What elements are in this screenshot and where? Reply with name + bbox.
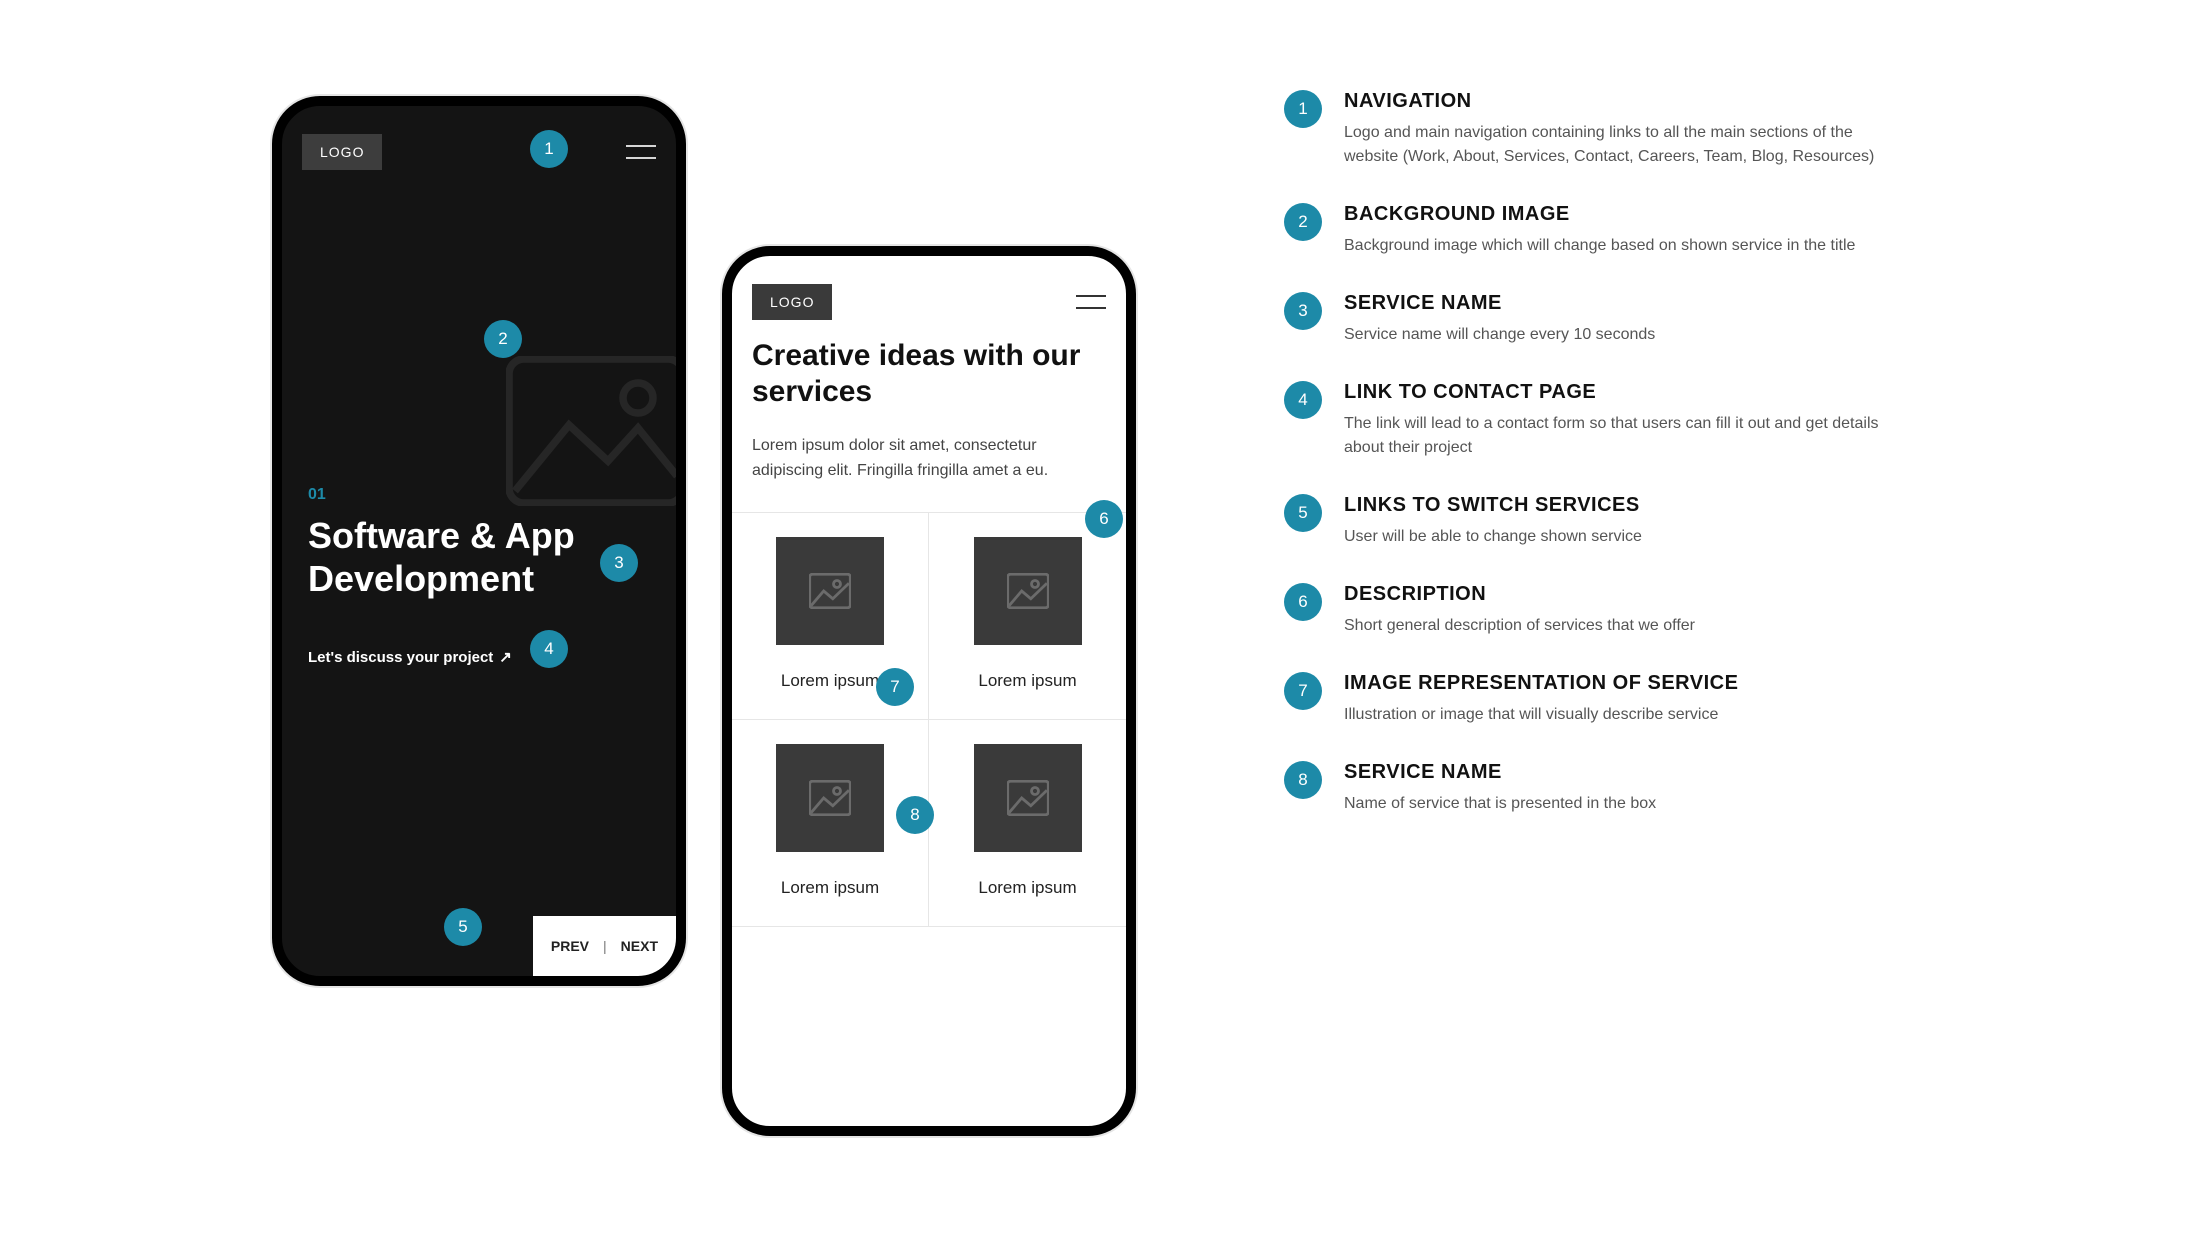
annotation-item: 4 LINK TO CONTACT PAGE The link will lea… xyxy=(1284,381,1924,460)
arrow-up-right-icon: ↗ xyxy=(499,648,512,666)
logo[interactable]: LOGO xyxy=(302,134,382,170)
hero-index: 01 xyxy=(308,486,656,504)
annotation-item: 3 SERVICE NAME Service name will change … xyxy=(1284,292,1924,347)
annotation-badge-5: 5 xyxy=(444,908,482,946)
service-image-placeholder-icon xyxy=(776,744,884,852)
annotation-title: LINK TO CONTACT PAGE xyxy=(1344,381,1924,404)
service-card-label: Lorem ipsum xyxy=(781,671,879,691)
annotation-title: NAVIGATION xyxy=(1344,90,1924,113)
annotation-title: DESCRIPTION xyxy=(1344,583,1924,606)
annotation-description: Background image which will change based… xyxy=(1344,234,1904,258)
services-heading: Creative ideas with our services xyxy=(752,338,1106,410)
annotation-description: Illustration or image that will visually… xyxy=(1344,703,1904,727)
annotation-title: SERVICE NAME xyxy=(1344,292,1924,315)
pager-separator: | xyxy=(603,938,607,954)
annotation-badge: 1 xyxy=(1284,90,1322,128)
hamburger-icon[interactable] xyxy=(626,145,656,159)
annotation-badge: 8 xyxy=(1284,761,1322,799)
annotation-description: The link will lead to a contact form so … xyxy=(1344,412,1904,460)
annotation-description: Name of service that is presented in the… xyxy=(1344,792,1904,816)
background-image-placeholder-icon xyxy=(506,356,686,506)
prev-button[interactable]: PREV xyxy=(551,938,589,954)
next-button[interactable]: NEXT xyxy=(621,938,658,954)
annotation-description: User will be able to change shown servic… xyxy=(1344,525,1904,549)
annotation-badge-3: 3 xyxy=(600,544,638,582)
service-image-placeholder-icon xyxy=(776,537,884,645)
annotation-badge-1: 1 xyxy=(530,130,568,168)
service-card[interactable]: Lorem ipsum xyxy=(929,513,1126,720)
service-card-label: Lorem ipsum xyxy=(781,878,879,898)
annotation-badge: 2 xyxy=(1284,203,1322,241)
annotation-badge-6: 6 xyxy=(1085,500,1123,538)
services-description: Lorem ipsum dolor sit amet, consectetur … xyxy=(752,434,1106,484)
annotation-item: 5 LINKS TO SWITCH SERVICES User will be … xyxy=(1284,494,1924,549)
annotation-title: LINKS TO SWITCH SERVICES xyxy=(1344,494,1924,517)
hamburger-icon[interactable] xyxy=(1076,295,1106,309)
service-pager: PREV | NEXT xyxy=(533,916,676,976)
service-card-label: Lorem ipsum xyxy=(978,878,1076,898)
annotation-list: 1 NAVIGATION Logo and main navigation co… xyxy=(1284,90,1924,850)
annotation-description: Short general description of services th… xyxy=(1344,614,1904,638)
service-card[interactable]: Lorem ipsum xyxy=(929,720,1126,927)
annotation-badge: 4 xyxy=(1284,381,1322,419)
annotation-description: Logo and main navigation containing link… xyxy=(1344,121,1904,169)
annotation-title: IMAGE REPRESENTATION OF SERVICE xyxy=(1344,672,1924,695)
cta-label: Let's discuss your project xyxy=(308,649,493,666)
annotation-item: 1 NAVIGATION Logo and main navigation co… xyxy=(1284,90,1924,169)
annotation-badge: 7 xyxy=(1284,672,1322,710)
annotation-item: 6 DESCRIPTION Short general description … xyxy=(1284,583,1924,638)
annotation-badge: 5 xyxy=(1284,494,1322,532)
annotation-item: 2 BACKGROUND IMAGE Background image whic… xyxy=(1284,203,1924,258)
service-image-placeholder-icon xyxy=(974,537,1082,645)
annotation-badge-8: 8 xyxy=(896,796,934,834)
service-image-placeholder-icon xyxy=(974,744,1082,852)
services-grid: Lorem ipsum Lorem ipsum xyxy=(732,512,1126,927)
annotation-badge-2: 2 xyxy=(484,320,522,358)
annotation-description: Service name will change every 10 second… xyxy=(1344,323,1904,347)
annotation-title: SERVICE NAME xyxy=(1344,761,1924,784)
annotation-title: BACKGROUND IMAGE xyxy=(1344,203,1924,226)
service-card-label: Lorem ipsum xyxy=(978,671,1076,691)
annotation-badge-7: 7 xyxy=(876,668,914,706)
annotation-badge: 6 xyxy=(1284,583,1322,621)
phone-light-mockup: LOGO Creative ideas with our services Lo… xyxy=(722,246,1136,1136)
discuss-project-link[interactable]: Let's discuss your project ↗ xyxy=(308,648,512,666)
annotation-item: 8 SERVICE NAME Name of service that is p… xyxy=(1284,761,1924,816)
logo[interactable]: LOGO xyxy=(752,284,832,320)
annotation-item: 7 IMAGE REPRESENTATION OF SERVICE Illust… xyxy=(1284,672,1924,727)
annotation-badge-4: 4 xyxy=(530,630,568,668)
annotation-badge: 3 xyxy=(1284,292,1322,330)
phone-dark-mockup: LOGO 01 Software & App Development Let's… xyxy=(272,96,686,986)
